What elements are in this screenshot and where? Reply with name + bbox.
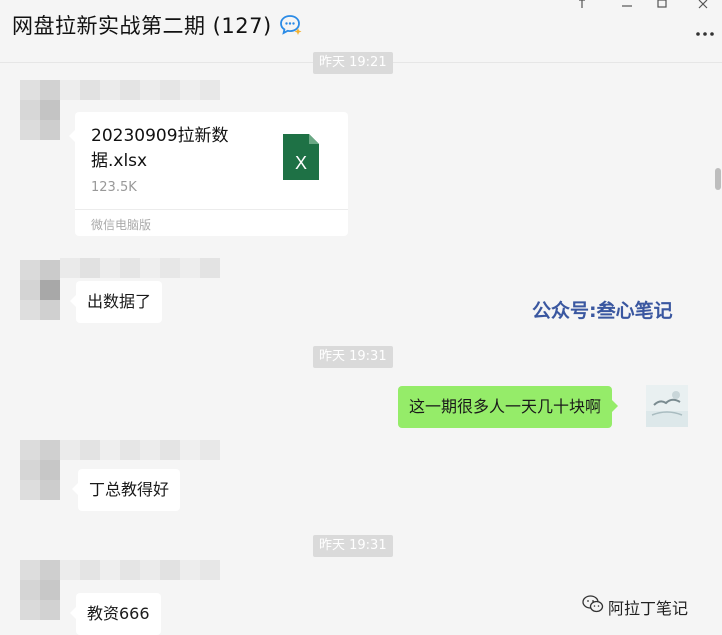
message-bubble[interactable]: 丁总教得好 (71, 469, 181, 511)
sender-name-blurred (60, 80, 240, 100)
avatar[interactable] (20, 260, 60, 320)
more-options-icon[interactable] (694, 26, 716, 42)
watermark-text: 阿拉丁笔记 (608, 599, 689, 618)
timestamp: 昨天 19:21 (313, 52, 393, 74)
excel-file-icon: X (283, 134, 319, 180)
file-size: 123.5K (91, 180, 137, 195)
wechat-icon (582, 595, 604, 613)
avatar[interactable] (20, 440, 60, 500)
timestamp: 昨天 19:31 (313, 535, 393, 557)
my-avatar[interactable] (646, 385, 688, 427)
chat-title[interactable]: 网盘拉新实战第二期 (127) (12, 10, 272, 40)
file-message-card[interactable]: 20230909拉新数据.xlsx 123.5K X 微信电脑版 (69, 112, 348, 236)
file-name: 20230909拉新数据.xlsx (91, 126, 229, 171)
file-source-label: 微信电脑版 (91, 218, 152, 232)
watermark-text: 公众号:叁心笔记 (532, 300, 673, 322)
timestamp: 昨天 19:31 (313, 346, 393, 368)
pin-icon[interactable] (575, 0, 589, 10)
minimize-icon[interactable] (620, 0, 634, 10)
sender-name-blurred (60, 560, 240, 580)
my-message-bubble[interactable]: 这一期很多人一天几十块啊 (398, 386, 619, 428)
scrollbar-thumb[interactable] (715, 168, 721, 190)
sender-name-blurred (60, 440, 240, 460)
message-bubble[interactable]: 出数据了 (69, 281, 163, 323)
sender-name-blurred (60, 258, 240, 278)
maximize-icon[interactable] (655, 0, 669, 10)
excel-icon-letter: X (295, 153, 307, 173)
message-bubble[interactable]: 教资666 (70, 593, 161, 635)
chat-bubble-icon[interactable] (279, 14, 303, 36)
close-icon[interactable] (697, 0, 711, 10)
avatar[interactable] (20, 80, 60, 140)
avatar[interactable] (20, 560, 60, 620)
divider (75, 209, 348, 210)
